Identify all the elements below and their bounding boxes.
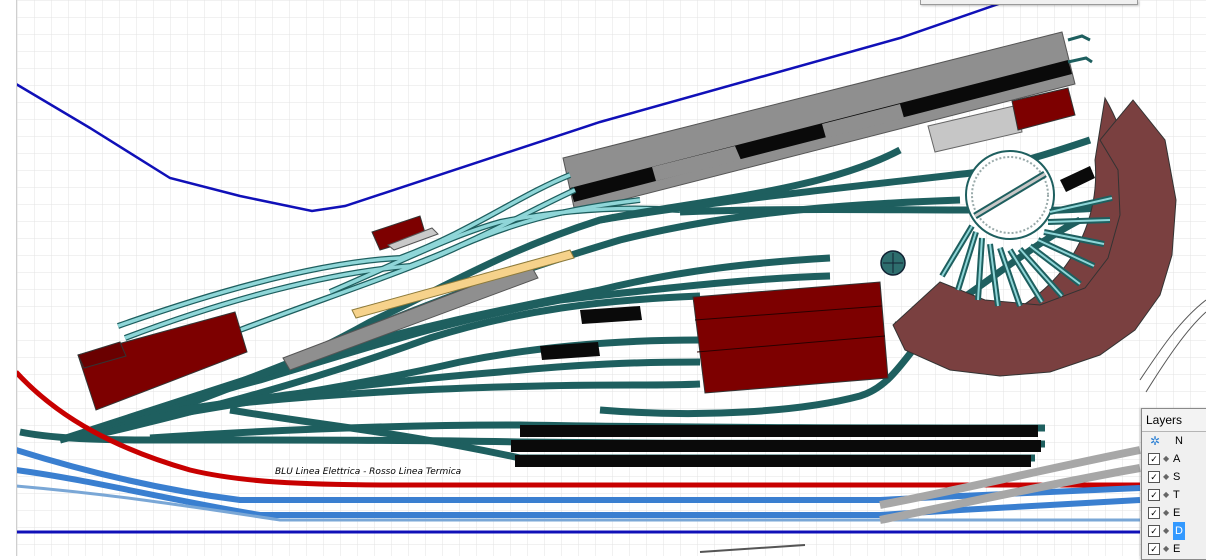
layout-canvas[interactable]: BLU Linea Elettrica - Rosso Linea Termic…	[0, 0, 1206, 556]
layer-visibility-checkbox[interactable]: ✓	[1148, 471, 1160, 483]
layers-gear-icon[interactable]: ✲	[1150, 432, 1160, 450]
layer-row-selected[interactable]: ✓ ◆ D	[1142, 522, 1206, 540]
layer-diamond-icon: ◆	[1163, 508, 1170, 517]
floating-panel-edge	[920, 0, 1138, 5]
layer-visibility-checkbox[interactable]: ✓	[1148, 543, 1160, 555]
layer-diamond-icon: ◆	[1163, 544, 1170, 553]
layer-row[interactable]: ✓ ◆ E	[1142, 540, 1206, 558]
layer-diamond-icon: ◆	[1163, 454, 1170, 463]
layer-name: E	[1173, 543, 1181, 555]
layer-diamond-icon: ◆	[1163, 490, 1170, 499]
legend-annotation: BLU Linea Elettrica - Rosso Linea Termic…	[275, 467, 461, 477]
layer-row[interactable]: ✓ ◆ T	[1142, 486, 1206, 504]
layer-row[interactable]: ✓ ◆ S	[1142, 468, 1206, 486]
layer-row[interactable]: ✓ ◆ A	[1142, 450, 1206, 468]
layer-name: T	[1173, 489, 1180, 501]
layers-panel[interactable]: Layers ✲ N ✓ ◆ A ✓ ◆ S ✓ ◆ T ✓ ◆ E ✓ ◆ D…	[1141, 408, 1206, 560]
layer-name: E	[1173, 507, 1181, 519]
layer-visibility-checkbox[interactable]: ✓	[1148, 489, 1160, 501]
layer-name: A	[1173, 453, 1181, 465]
layer-diamond-icon: ◆	[1163, 526, 1170, 535]
layer-diamond-icon: ◆	[1163, 472, 1170, 481]
layer-row[interactable]: ✓ ◆ E	[1142, 504, 1206, 522]
layers-panel-title: Layers	[1142, 409, 1206, 432]
water-crane-icon	[880, 250, 906, 276]
layers-header-label: N	[1175, 435, 1183, 447]
layer-visibility-checkbox[interactable]: ✓	[1148, 525, 1160, 537]
layer-visibility-checkbox[interactable]: ✓	[1148, 453, 1160, 465]
layer-visibility-checkbox[interactable]: ✓	[1148, 507, 1160, 519]
layers-header-row[interactable]: ✲ N	[1142, 432, 1206, 450]
layer-name: D	[1173, 522, 1185, 540]
vertical-ruler[interactable]	[0, 0, 17, 556]
layer-name: S	[1173, 471, 1181, 483]
